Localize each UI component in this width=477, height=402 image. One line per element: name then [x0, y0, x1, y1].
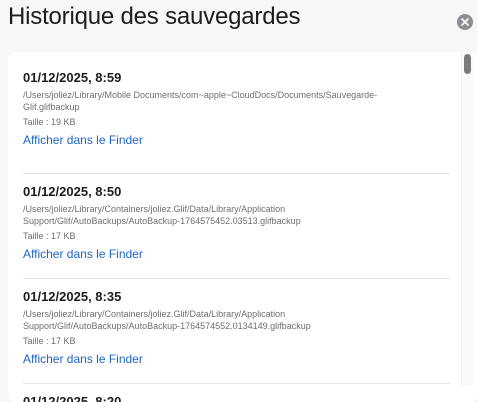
show-in-finder-link[interactable]: Afficher dans le Finder [23, 352, 450, 367]
backup-date: 01/12/2025, 8:35 [23, 289, 122, 304]
show-in-finder-link[interactable]: Afficher dans le Finder [23, 133, 450, 148]
show-in-finder-link[interactable]: Afficher dans le Finder [23, 247, 450, 262]
scrollbar-thumb[interactable] [464, 54, 471, 74]
backup-list-panel[interactable]: 01/12/2025, 8:59 /Users/joliez/Library/M… [8, 52, 477, 402]
backup-path: /Users/joliez/Library/Containers/joliez.… [23, 204, 301, 226]
backup-entry: 01/12/2025, 8:50 /Users/joliez/Library/C… [23, 174, 450, 279]
backup-date: 01/12/2025, 8:59 [23, 70, 122, 85]
backup-path: /Users/joliez/Library/Mobile Documents/c… [23, 90, 378, 112]
backup-list: 01/12/2025, 8:59 /Users/joliez/Library/M… [23, 70, 450, 402]
close-icon [461, 18, 469, 26]
backup-date: 01/12/2025, 8:50 [23, 184, 122, 199]
backup-size: Taille : 17 KB [23, 336, 76, 346]
close-button[interactable] [457, 14, 473, 30]
backup-date: 01/12/2025, 8:20 [23, 394, 122, 402]
backup-entry: 01/12/2025, 8:35 /Users/joliez/Library/C… [23, 279, 450, 384]
backup-entry: 01/12/2025, 8:59 /Users/joliez/Library/M… [23, 70, 450, 174]
backup-size: Taille : 17 KB [23, 231, 76, 241]
scrollbar-track[interactable] [461, 52, 474, 385]
backup-size: Taille : 19 KB [23, 117, 76, 127]
backup-history-window: Historique des sauvegardes 01/12/2025, 8… [0, 0, 477, 402]
backup-path: /Users/joliez/Library/Containers/joliez.… [23, 309, 311, 331]
window-title: Historique des sauvegardes [8, 3, 301, 30]
backup-entry: 01/12/2025, 8:20 [23, 384, 450, 402]
